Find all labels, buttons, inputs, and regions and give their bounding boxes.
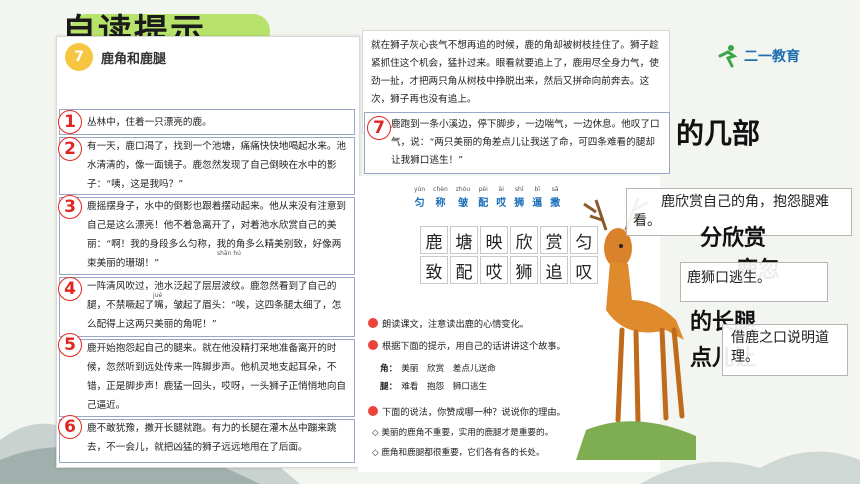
char-item: shī 狮 bbox=[514, 186, 525, 209]
paragraph-4: 一阵清风吹过，池水泛起了层层波纹。鹿忽然看到了自己的腿，不禁噘起了嘴，皱起了眉头… bbox=[87, 281, 342, 330]
grid-char: 致 bbox=[420, 256, 448, 284]
paragraph-6: 鹿不敢犹豫，撒开长腿就跑。有力的长腿在灌木丛中蹦来跳去，不一会儿，就把凶猛的狮子… bbox=[87, 423, 337, 453]
pinyin-shanhu: shān hú bbox=[217, 250, 241, 257]
paragraph-1: 丛林中，住着一只漂亮的鹿。 bbox=[87, 117, 212, 128]
task-2: 根据下面的提示，用自己的话讲讲这个故事。 bbox=[368, 338, 566, 352]
paragraph-7: 鹿跑到一条小溪边，停下脚步，一边喘气，一边休息。他叹了口气，说：“两只美丽的角差… bbox=[391, 119, 660, 166]
paragraph-5: 鹿开始抱怨起自己的腿来。就在他没精打采地准备离开的时候，忽然听到远处传来一阵脚步… bbox=[87, 343, 347, 411]
story-header: 7 鹿角和鹿腿 bbox=[65, 43, 166, 71]
task-2-hint-leg: 腿： 难看 抱怨 狮口逃生 bbox=[380, 382, 488, 392]
story-page: 7 鹿角和鹿腿 1 丛林中，住着一只漂亮的鹿。 2 有一天，鹿口渴了，找到一个池… bbox=[56, 36, 360, 468]
grid-char: 配 bbox=[450, 256, 478, 284]
grid-char: 映 bbox=[480, 226, 508, 254]
option-1: ◇ 美丽的鹿角不重要，实用的鹿腿才是重要的。 bbox=[372, 428, 554, 438]
summary-box-2: 鹿狮口逃生。 bbox=[680, 262, 828, 302]
grid-char: 追 bbox=[540, 256, 568, 284]
new-characters-row: yún 匀 chèn 称 zhòu 皱 pèi 配 āi 哎 shī 狮 bī 逼 sā 撒 bbox=[414, 186, 560, 209]
grid-char: 狮 bbox=[510, 256, 538, 284]
task-2-hint-horn: 角： 美丽 欣赏 差点儿送命 bbox=[380, 364, 496, 374]
option-2: ◇ 鹿角和鹿腿都很重要，它们各有各的长处。 bbox=[372, 448, 545, 458]
task-1: 朗读课文，注意读出鹿的心情变化。 bbox=[368, 316, 529, 330]
bg-fragment-appreciate: 分欣赏 bbox=[700, 225, 767, 251]
char-item: zhòu 皱 bbox=[455, 186, 471, 209]
char-item: sā 撒 bbox=[550, 186, 561, 209]
summary-box-3: 借鹿之口说明道理。 bbox=[722, 324, 848, 376]
char-item: āi 哎 bbox=[496, 186, 507, 209]
task-bullet-icon bbox=[368, 340, 378, 350]
task-bullet-icon bbox=[368, 318, 378, 328]
continuation-paragraph: 就在狮子灰心丧气不想再追的时候，鹿的角却被树枝挂住了。狮子趁紧抓住这个机会，猛扑… bbox=[371, 40, 659, 105]
pinyin-jue: jué bbox=[153, 292, 163, 299]
grid-char: 鹿 bbox=[420, 226, 448, 254]
grid-char: 哎 bbox=[480, 256, 508, 284]
runner-icon bbox=[718, 45, 738, 68]
task-3: 下面的说法，你赞成哪一种？说说你的理由。 bbox=[368, 404, 566, 418]
paragraph-3: 鹿摇摆身子，水中的倒影也跟着摆动起来。他从来没有注意到自己是这么漂亮！他不着急离… bbox=[87, 201, 347, 269]
paragraph-number-7: 7 bbox=[367, 116, 391, 140]
logo-text: 二一教育 bbox=[744, 49, 800, 65]
task-bullet-icon bbox=[368, 406, 378, 416]
char-item: pèi 配 bbox=[478, 186, 489, 209]
grid-char: 赏 bbox=[540, 226, 568, 254]
char-item: yún 匀 bbox=[414, 186, 426, 209]
char-item: chèn 称 bbox=[433, 186, 448, 209]
bg-fragment-parts: 的几部 bbox=[676, 117, 761, 150]
grid-char: 欣 bbox=[510, 226, 538, 254]
char-item: bī 逼 bbox=[532, 186, 543, 209]
logo: 二一教育 bbox=[716, 40, 800, 72]
paragraph-2: 有一天，鹿口渴了，找到一个池塘，痛痛快快地喝起水来。池水清清的，像一面镜子。鹿忽… bbox=[87, 141, 347, 190]
paragraph-box-7: 7 鹿跑到一条小溪边，停下脚步，一边喘气，一边休息。他叹了口气，说：“两只美丽的… bbox=[364, 112, 670, 174]
story-title: 鹿角和鹿腿 bbox=[101, 51, 167, 67]
grid-char: 塘 bbox=[450, 226, 478, 254]
lesson-number: 7 bbox=[65, 43, 93, 71]
